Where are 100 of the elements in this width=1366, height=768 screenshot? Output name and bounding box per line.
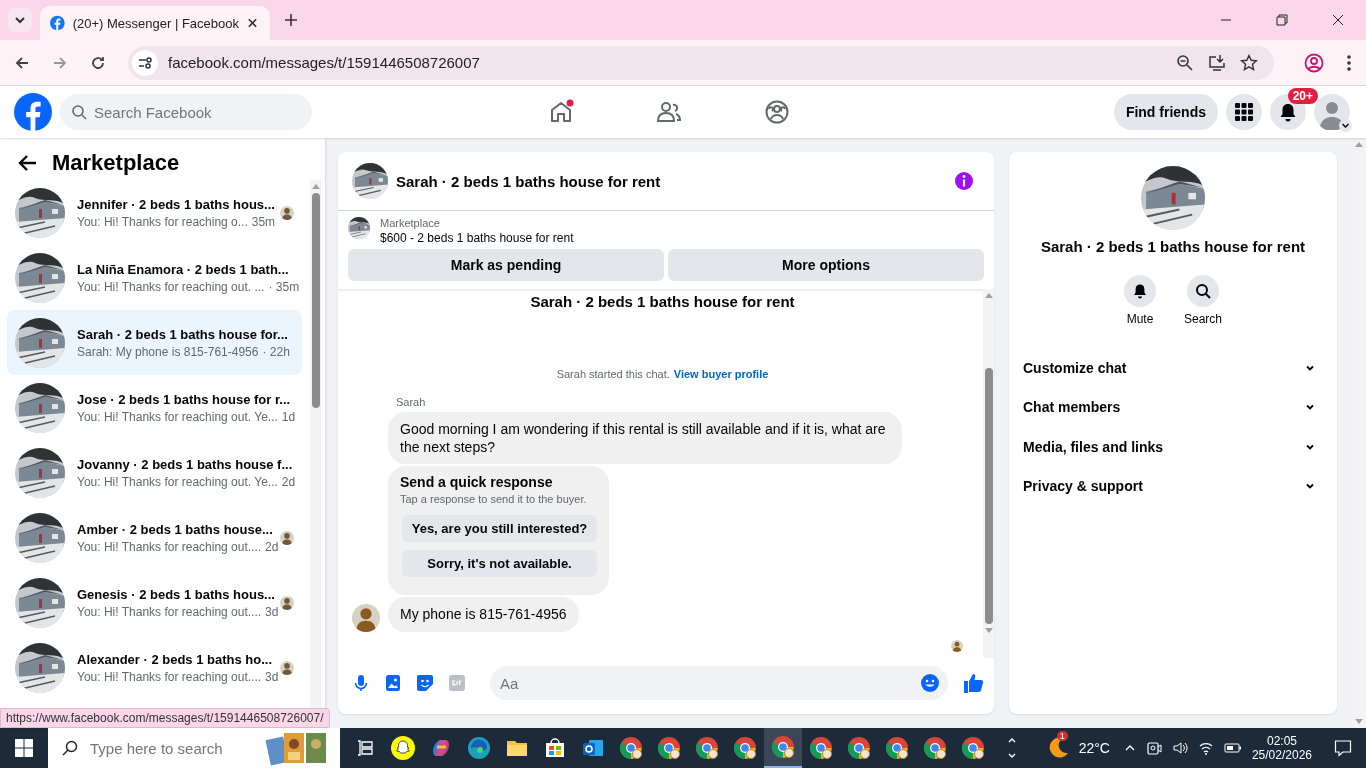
conversation-item[interactable]: Amber · 2 beds 1 baths house... You: Hi! Thanks for reaching out.... 2d xyxy=(7,505,302,570)
message-preview: You: Hi! Thanks for reaching out. Ye... xyxy=(77,474,278,489)
emoji-icon[interactable] xyxy=(920,673,940,693)
message-preview: You: Hi! Thanks for reaching out.... xyxy=(77,669,262,684)
person-icon xyxy=(1314,94,1350,130)
conversation-item[interactable]: Genesis · 2 beds 1 baths hous... You: Hi! Thanks for reaching out.... 3d xyxy=(7,570,302,635)
address-field[interactable]: facebook.com/messages/t/1591446508726007 xyxy=(128,45,1274,80)
conversation-item[interactable]: Jovanny · 2 beds 1 baths house f... You: Hi! Thanks for reaching out. Ye... 2d xyxy=(7,440,302,505)
scrollbar[interactable] xyxy=(983,289,994,658)
zoom-out-icon[interactable] xyxy=(1176,53,1194,72)
back-icon[interactable] xyxy=(18,153,38,173)
account-avatar[interactable] xyxy=(1314,94,1350,130)
timestamp: 35m xyxy=(251,214,276,229)
battery-icon[interactable] xyxy=(1223,740,1242,756)
conversation-title: Alexander · 2 beds 1 baths ho... xyxy=(77,651,273,667)
tab-list-button[interactable] xyxy=(8,8,32,32)
clock-date: 25/02/2026 xyxy=(1251,748,1312,762)
new-tab-icon[interactable] xyxy=(284,13,298,27)
message-preview: You: Hi! Thanks for reaching out. Ye... xyxy=(77,409,278,424)
microphone-icon[interactable] xyxy=(352,674,370,692)
message-preview: You: Hi! Thanks for reaching out. ... xyxy=(77,279,265,294)
chat-name: Sarah · 2 beds 1 baths house for rent xyxy=(1040,238,1306,255)
close-icon[interactable] xyxy=(1332,14,1344,26)
conversation-title: Jovanny · 2 beds 1 baths house f... xyxy=(77,456,293,472)
install-icon[interactable] xyxy=(1208,53,1226,72)
image-icon[interactable] xyxy=(384,674,402,692)
star-icon[interactable] xyxy=(1240,53,1258,72)
chrome-taskbar-icon[interactable] xyxy=(764,728,802,768)
conversation-title: Amber · 2 beds 1 baths house... xyxy=(77,521,273,537)
message-field[interactable]: Aa xyxy=(490,666,948,700)
bell-icon xyxy=(1132,283,1148,299)
mute-button[interactable] xyxy=(1124,275,1156,307)
section-header[interactable]: Media, files and links xyxy=(1017,427,1329,467)
message-preview: Sarah: My phone is 815-761-4956 xyxy=(77,344,259,359)
listing-action-button[interactable]: Mark as pending xyxy=(348,249,664,281)
search-icon xyxy=(62,740,78,756)
action-label: Mute xyxy=(1126,312,1154,326)
conversation-item[interactable]: La Niña Enamora · 2 beds 1 bath... You: Hi! Thanks for reaching out. ... · 35m xyxy=(7,245,302,310)
tab-title: (20+) Messenger | Facebook xyxy=(72,15,239,31)
reload-icon[interactable] xyxy=(90,54,106,71)
restore-icon[interactable] xyxy=(1276,14,1288,26)
system-message: Sarah started this chat. xyxy=(556,368,670,380)
section-header[interactable]: Customize chat xyxy=(1017,348,1329,388)
conversation-title: Jose · 2 beds 1 baths house for r... xyxy=(77,391,291,407)
conversation-item[interactable]: Jennifer · 2 beds 1 baths hous... You: Hi! Thanks for reaching o... 35m xyxy=(7,180,302,245)
message-bubble: Good morning I am wondering if this rental is still available and if it is, what are the next steps? xyxy=(388,412,902,465)
listing-label: Marketplace xyxy=(380,217,441,229)
timestamp: 3d xyxy=(265,669,279,684)
section-header[interactable]: Privacy & support xyxy=(1017,466,1329,506)
url-tooltip: https://www.facebook.com/messages/t/1591446508726007/ xyxy=(0,708,330,728)
conversation-title: Sarah · 2 beds 1 baths house for... xyxy=(77,326,288,342)
search-button[interactable] xyxy=(1187,275,1219,307)
conversation-item[interactable]: Sarah · 2 beds 1 baths house for... Sarah: My phone is 815-761-4956 · 22h xyxy=(7,310,302,375)
search-field[interactable]: Search Facebook xyxy=(60,94,312,130)
message-preview: You: Hi! Thanks for reaching out.... xyxy=(77,604,262,619)
profile-icon[interactable] xyxy=(1304,52,1324,73)
facebook-icon xyxy=(50,15,65,31)
action-label: Search xyxy=(1184,312,1222,326)
menu-icon[interactable] xyxy=(1346,53,1352,72)
conversation-title: Jennifer · 2 beds 1 baths hous... xyxy=(77,196,275,212)
sender-name: Sarah xyxy=(396,396,427,408)
friends-icon[interactable] xyxy=(656,99,682,125)
timestamp: 3d xyxy=(265,604,279,619)
conversation-item[interactable]: Alexander · 2 beds 1 baths ho... You: Hi! Thanks for reaching out.... 3d xyxy=(7,635,302,700)
find-friends-button[interactable]: Find friends xyxy=(1113,94,1218,130)
message-preview: You: Hi! Thanks for reaching o... xyxy=(77,214,248,229)
search-icon xyxy=(71,104,87,120)
quick-response-hint: Tap a response to send it to the buyer. xyxy=(400,493,587,506)
camera-icon[interactable] xyxy=(1145,740,1162,756)
windows-start-icon[interactable] xyxy=(15,739,33,757)
site-settings-icon[interactable] xyxy=(132,49,158,76)
section-header[interactable]: Chat members xyxy=(1017,387,1329,427)
notification-center-icon[interactable] xyxy=(1334,739,1352,757)
conversation-item[interactable]: Jose · 2 beds 1 baths house for r... You: Hi! Thanks for reaching out. Ye... 1d xyxy=(7,375,302,440)
browser-tab[interactable]: (20+) Messenger | Facebook xyxy=(40,6,270,40)
clock-time: 02:05 xyxy=(1266,734,1297,748)
close-icon[interactable] xyxy=(247,17,258,29)
quick-response-title: Send a quick response xyxy=(400,474,553,491)
listing-title: $600 - 2 beds 1 baths house for rent xyxy=(380,231,574,245)
forward-icon[interactable] xyxy=(52,54,68,71)
message-preview: You: Hi! Thanks for reaching out.... xyxy=(77,539,262,554)
wifi-icon[interactable] xyxy=(1197,740,1214,756)
home-icon[interactable] xyxy=(548,99,574,125)
quick-reply-button[interactable]: Yes, are you still interested? xyxy=(402,515,597,543)
timestamp: 2d xyxy=(265,539,279,554)
facebook-logo-icon[interactable] xyxy=(14,93,52,131)
quick-reply-button[interactable]: Sorry, it's not available. xyxy=(402,550,597,578)
conversation-title: Genesis · 2 beds 1 baths hous... xyxy=(77,586,275,602)
speaker-icon[interactable] xyxy=(1171,740,1188,756)
chat-title: Sarah · 2 beds 1 baths house for rent xyxy=(396,172,661,190)
info-icon[interactable] xyxy=(954,171,974,191)
menu-button[interactable] xyxy=(1226,94,1262,130)
groups-icon[interactable] xyxy=(764,99,790,125)
back-icon[interactable] xyxy=(14,54,30,71)
caret-icon xyxy=(1339,119,1352,132)
listing-action-button[interactable]: More options xyxy=(668,249,984,281)
view-profile-link[interactable]: View buyer profile xyxy=(673,368,769,380)
sticker-icon[interactable] xyxy=(416,674,434,692)
grid-icon xyxy=(1235,103,1253,121)
thumbs-up-icon[interactable] xyxy=(962,672,984,694)
